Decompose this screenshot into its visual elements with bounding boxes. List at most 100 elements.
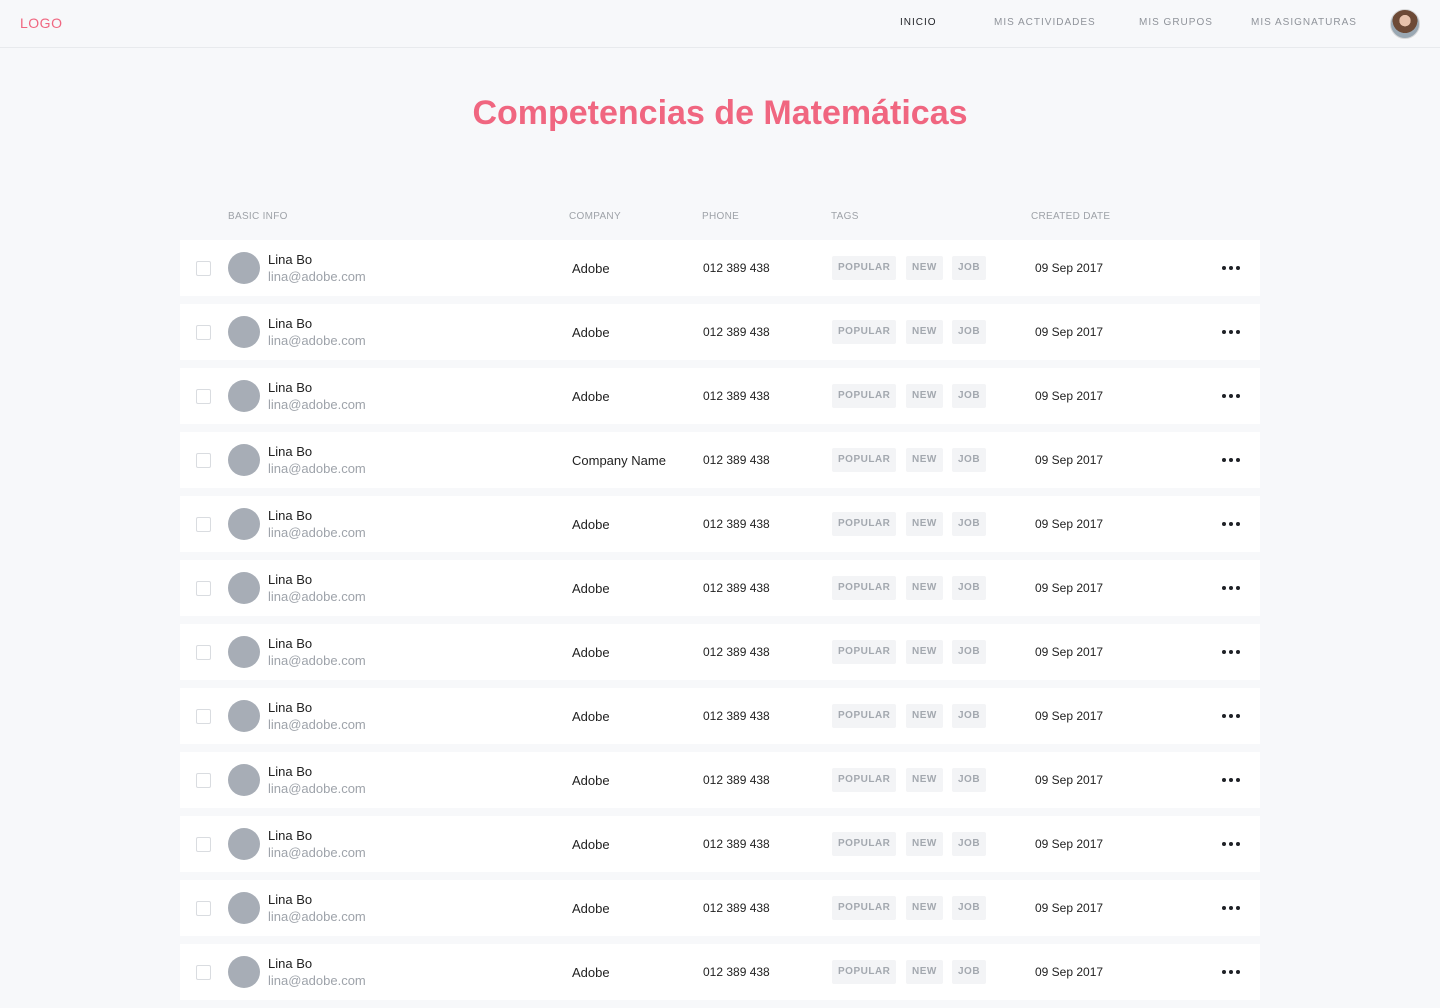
tag-popular[interactable]: POPULAR xyxy=(832,256,897,280)
tag-job[interactable]: JOB xyxy=(952,704,987,728)
user-avatar-placeholder-icon xyxy=(228,380,260,412)
tag-job[interactable]: JOB xyxy=(952,896,987,920)
tag-job[interactable]: JOB xyxy=(952,512,987,536)
row-checkbox[interactable] xyxy=(196,709,211,724)
table-row[interactable]: Lina Bo lina@adobe.com Adobe 012 389 438… xyxy=(180,944,1260,1000)
logo[interactable]: LOGO xyxy=(20,15,62,31)
more-options-icon[interactable] xyxy=(1220,962,1242,982)
tag-popular[interactable]: POPULAR xyxy=(832,704,897,728)
more-options-icon[interactable] xyxy=(1220,514,1242,534)
row-checkbox[interactable] xyxy=(196,837,211,852)
nav-item-inicio[interactable]: INICIO xyxy=(900,17,937,28)
table-row[interactable]: Lina Bo lina@adobe.com Company Name 012 … xyxy=(180,432,1260,488)
tag-job[interactable]: JOB xyxy=(952,320,987,344)
tag-job[interactable]: JOB xyxy=(952,768,987,792)
row-checkbox[interactable] xyxy=(196,901,211,916)
tag-job[interactable]: JOB xyxy=(952,832,987,856)
tag-new[interactable]: NEW xyxy=(906,768,943,792)
row-checkbox[interactable] xyxy=(196,389,211,404)
tag-popular[interactable]: POPULAR xyxy=(832,832,897,856)
table-row[interactable]: Lina Bo lina@adobe.com Adobe 012 389 438… xyxy=(180,624,1260,680)
user-email: lina@adobe.com xyxy=(268,589,366,604)
tag-popular[interactable]: POPULAR xyxy=(832,512,897,536)
tag-new[interactable]: NEW xyxy=(906,960,943,984)
company-name: Adobe xyxy=(572,709,610,724)
tag-popular[interactable]: POPULAR xyxy=(832,640,897,664)
user-email: lina@adobe.com xyxy=(268,845,366,860)
more-options-icon[interactable] xyxy=(1220,322,1242,342)
more-options-icon[interactable] xyxy=(1220,258,1242,278)
tag-job[interactable]: JOB xyxy=(952,576,987,600)
nav-item-mis-grupos[interactable]: MIS GRUPOS xyxy=(1139,17,1213,28)
row-checkbox[interactable] xyxy=(196,517,211,532)
company-name: Adobe xyxy=(572,581,610,596)
tag-new[interactable]: NEW xyxy=(906,832,943,856)
tag-popular[interactable]: POPULAR xyxy=(832,320,897,344)
row-checkbox[interactable] xyxy=(196,453,211,468)
tag-popular[interactable]: POPULAR xyxy=(832,384,897,408)
tag-popular[interactable]: POPULAR xyxy=(832,576,897,600)
user-avatar-icon[interactable] xyxy=(1390,9,1420,39)
column-header-created-date: CREATED DATE xyxy=(1031,211,1111,222)
row-checkbox[interactable] xyxy=(196,645,211,660)
tag-new[interactable]: NEW xyxy=(906,704,943,728)
user-avatar-placeholder-icon xyxy=(228,252,260,284)
tag-new[interactable]: NEW xyxy=(906,384,943,408)
row-checkbox[interactable] xyxy=(196,325,211,340)
tag-new[interactable]: NEW xyxy=(906,448,943,472)
user-name: Lina Bo xyxy=(268,828,313,843)
tag-new[interactable]: NEW xyxy=(906,256,943,280)
table-row[interactable]: Lina Bo lina@adobe.com Adobe 012 389 438… xyxy=(180,688,1260,744)
more-options-icon[interactable] xyxy=(1220,706,1242,726)
tag-new[interactable]: NEW xyxy=(906,640,943,664)
tag-job[interactable]: JOB xyxy=(952,384,987,408)
tag-job[interactable]: JOB xyxy=(952,448,987,472)
row-checkbox[interactable] xyxy=(196,773,211,788)
user-name: Lina Bo xyxy=(268,956,313,971)
row-checkbox[interactable] xyxy=(196,581,211,596)
column-header-phone: PHONE xyxy=(702,211,740,222)
top-navbar: LOGO INICIO MIS ACTIVIDADES MIS GRUPOS M… xyxy=(0,0,1440,48)
user-email: lina@adobe.com xyxy=(268,333,366,348)
column-header-company: COMPANY xyxy=(569,211,621,222)
phone-number: 012 389 438 xyxy=(703,581,770,595)
table-row[interactable]: Lina Bo lina@adobe.com Adobe 012 389 438… xyxy=(180,368,1260,424)
nav-item-mis-asignaturas[interactable]: MIS ASIGNATURAS xyxy=(1251,17,1357,28)
table-row[interactable]: Lina Bo lina@adobe.com Adobe 012 389 438… xyxy=(180,880,1260,936)
more-options-icon[interactable] xyxy=(1220,450,1242,470)
more-options-icon[interactable] xyxy=(1220,898,1242,918)
tag-popular[interactable]: POPULAR xyxy=(832,768,897,792)
tag-job[interactable]: JOB xyxy=(952,256,987,280)
more-options-icon[interactable] xyxy=(1220,578,1242,598)
user-avatar-placeholder-icon xyxy=(228,572,260,604)
user-name: Lina Bo xyxy=(268,380,313,395)
tag-popular[interactable]: POPULAR xyxy=(832,960,897,984)
tag-new[interactable]: NEW xyxy=(906,512,943,536)
table-row[interactable]: Lina Bo lina@adobe.com Adobe 012 389 438… xyxy=(180,816,1260,872)
more-options-icon[interactable] xyxy=(1220,386,1242,406)
tag-popular[interactable]: POPULAR xyxy=(832,896,897,920)
tag-job[interactable]: JOB xyxy=(952,640,987,664)
tag-popular[interactable]: POPULAR xyxy=(832,448,897,472)
company-name: Adobe xyxy=(572,645,610,660)
table-row[interactable]: Lina Bo lina@adobe.com Adobe 012 389 438… xyxy=(180,560,1260,616)
user-avatar-placeholder-icon xyxy=(228,636,260,668)
table-row[interactable]: Lina Bo lina@adobe.com Adobe 012 389 438… xyxy=(180,240,1260,296)
row-checkbox[interactable] xyxy=(196,261,211,276)
more-options-icon[interactable] xyxy=(1220,834,1242,854)
table-row[interactable]: Lina Bo lina@adobe.com Adobe 012 389 438… xyxy=(180,752,1260,808)
column-header-tags: TAGS xyxy=(831,211,859,222)
tag-new[interactable]: NEW xyxy=(906,896,943,920)
tag-new[interactable]: NEW xyxy=(906,576,943,600)
tag-job[interactable]: JOB xyxy=(952,960,987,984)
more-options-icon[interactable] xyxy=(1220,642,1242,662)
table-row[interactable]: Lina Bo lina@adobe.com Adobe 012 389 438… xyxy=(180,496,1260,552)
more-options-icon[interactable] xyxy=(1220,770,1242,790)
created-date: 09 Sep 2017 xyxy=(1035,325,1104,339)
phone-number: 012 389 438 xyxy=(703,837,770,851)
tag-new[interactable]: NEW xyxy=(906,320,943,344)
row-checkbox[interactable] xyxy=(196,965,211,980)
table-row[interactable]: Lina Bo lina@adobe.com Adobe 012 389 438… xyxy=(180,304,1260,360)
company-name: Adobe xyxy=(572,773,610,788)
nav-item-mis-actividades[interactable]: MIS ACTIVIDADES xyxy=(994,17,1096,28)
